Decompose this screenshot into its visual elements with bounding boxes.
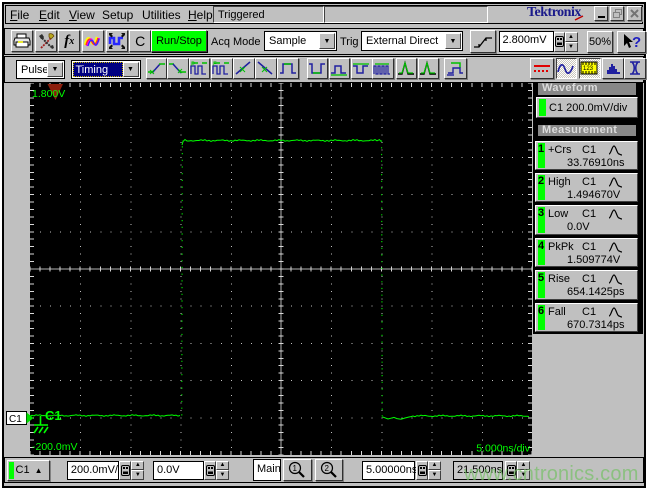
svg-text:-200.0mV: -200.0mV (32, 441, 78, 453)
svg-text:?: ? (632, 34, 641, 50)
svg-text:C1: C1 (45, 408, 62, 423)
svg-text:P: P (191, 62, 195, 68)
svg-text:C1: C1 (9, 414, 22, 425)
svg-text:1.800V: 1.800V (32, 88, 65, 100)
svg-text:2: 2 (325, 464, 330, 473)
svg-text:5.000ns/div: 5.000ns/div (476, 443, 530, 455)
svg-text:F: F (213, 62, 217, 68)
svg-text:123: 123 (583, 66, 594, 72)
svg-text:1: 1 (293, 464, 298, 473)
